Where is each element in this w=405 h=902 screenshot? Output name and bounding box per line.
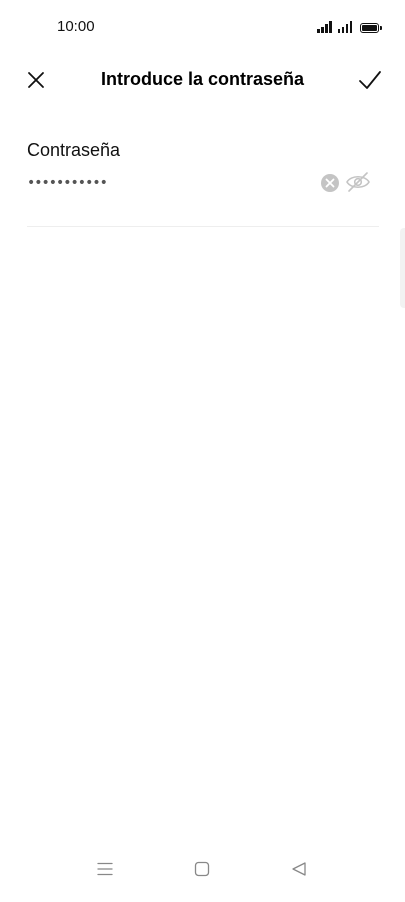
- checkmark-icon: [359, 71, 381, 89]
- nav-home-button[interactable]: [182, 854, 222, 884]
- navigation-bar: [0, 846, 405, 902]
- nav-menu-button[interactable]: [85, 854, 125, 884]
- field-divider: [27, 226, 379, 227]
- confirm-button[interactable]: [348, 58, 392, 102]
- nav-back-button[interactable]: [279, 854, 319, 884]
- app-bar: Introduce la contraseña: [0, 58, 405, 102]
- password-label: Contraseña: [27, 140, 121, 160]
- page-title: Introduce la contraseña: [100, 69, 305, 89]
- back-icon: [292, 862, 306, 876]
- eye-off-icon: [346, 172, 370, 192]
- signal-icon: [337, 21, 352, 33]
- menu-icon: [97, 862, 113, 876]
- signal-icon: [317, 21, 332, 33]
- status-time: 10:00: [57, 18, 95, 35]
- password-input[interactable]: [27, 170, 312, 196]
- scroll-handle[interactable]: [400, 228, 405, 308]
- clear-icon: [321, 174, 339, 192]
- home-icon: [194, 861, 210, 877]
- status-bar: 10:00: [0, 0, 405, 52]
- clear-password-button[interactable]: [320, 173, 340, 193]
- status-icons: [317, 19, 382, 33]
- battery-icon: [360, 23, 382, 33]
- toggle-visibility-button[interactable]: [345, 171, 371, 193]
